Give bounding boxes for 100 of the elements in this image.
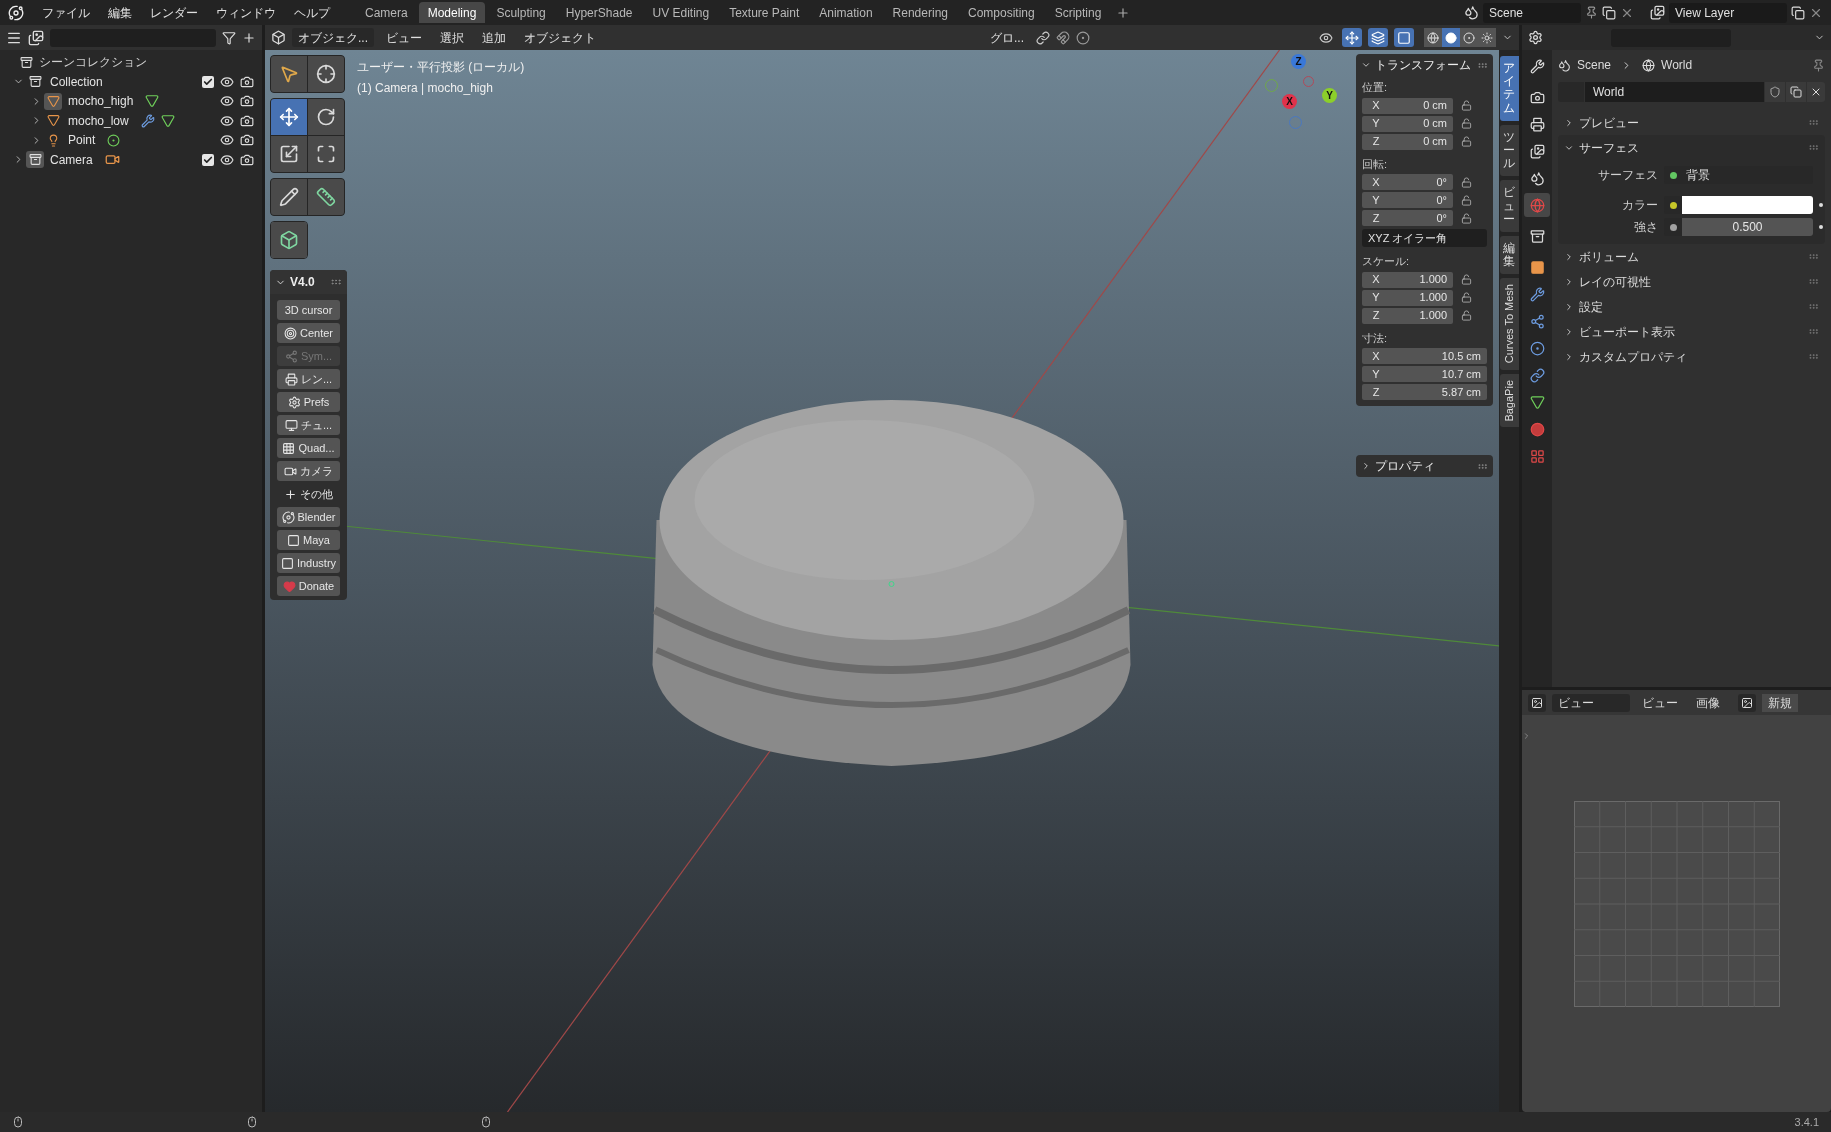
- eye-icon[interactable]: [220, 113, 234, 128]
- number-field[interactable]: Z 5.87 cm: [1362, 384, 1487, 400]
- gizmo-axis-x[interactable]: X: [1282, 94, 1297, 109]
- circle-dot-icon[interactable]: [107, 133, 121, 147]
- workspace-tab[interactable]: Camera: [356, 2, 417, 23]
- outliner-item-label[interactable]: mocho_low: [68, 111, 129, 130]
- viewport-3d[interactable]: [265, 50, 1499, 1112]
- section-title[interactable]: 設定: [1579, 297, 1603, 316]
- workspace-tab[interactable]: UV Editing: [643, 2, 719, 23]
- panel-title[interactable]: プロパティ: [1375, 457, 1435, 475]
- lock-icon[interactable]: [1461, 310, 1472, 321]
- lock-icon[interactable]: [1461, 176, 1472, 188]
- number-field[interactable]: Z 1.000: [1362, 307, 1453, 324]
- menu-item[interactable]: オブジェクト: [518, 28, 602, 47]
- section-title[interactable]: サーフェス: [1579, 138, 1639, 157]
- shield-icon[interactable]: [1769, 86, 1781, 98]
- app-logo-icon[interactable]: [8, 4, 24, 21]
- number-field[interactable]: 0.500: [1682, 218, 1813, 236]
- breadcrumb-item[interactable]: World: [1661, 56, 1693, 74]
- annotate-tool[interactable]: [271, 179, 307, 215]
- magnet-icon[interactable]: [1056, 30, 1070, 45]
- camera-icon[interactable]: [240, 74, 254, 89]
- gizmo-toggle[interactable]: [1342, 28, 1362, 47]
- addon-button[interactable]: Industry: [277, 553, 340, 573]
- section-title[interactable]: ビューポート表示: [1579, 322, 1675, 341]
- triangle-icon[interactable]: [145, 94, 160, 109]
- workspace-tab[interactable]: Compositing: [959, 2, 1044, 23]
- chevron-right-icon[interactable]: [1564, 117, 1574, 128]
- camera-icon[interactable]: [240, 152, 254, 167]
- scale-tool[interactable]: [271, 136, 307, 172]
- menu-item[interactable]: 追加: [476, 28, 512, 47]
- menu-item[interactable]: 選択: [434, 28, 470, 47]
- camera-icon[interactable]: [240, 133, 254, 148]
- menu-item[interactable]: ヘルプ: [286, 3, 338, 22]
- number-field[interactable]: Y 0°: [1362, 192, 1453, 208]
- plus-icon[interactable]: [242, 30, 256, 45]
- macaron-model[interactable]: [652, 400, 1131, 766]
- number-field[interactable]: Y 1.000: [1362, 289, 1453, 306]
- transform-tool[interactable]: [308, 136, 344, 172]
- eye-icon[interactable]: [220, 94, 234, 109]
- number-field[interactable]: X 10.5 cm: [1362, 348, 1487, 364]
- menu-item[interactable]: 画像: [1690, 693, 1726, 712]
- color-swatch[interactable]: [1682, 196, 1813, 214]
- chevron-right-icon[interactable]: [1564, 351, 1574, 362]
- solid-shading-button[interactable]: [1442, 28, 1460, 47]
- lock-icon[interactable]: [1461, 292, 1472, 303]
- overlay-toggle[interactable]: [1368, 28, 1388, 47]
- checkbox[interactable]: [202, 153, 214, 166]
- camera-icon[interactable]: [240, 113, 254, 128]
- workspace-tab[interactable]: HyperShade: [556, 2, 642, 23]
- drag-handle-icon[interactable]: [1808, 251, 1819, 262]
- sidebar-tab[interactable]: アイテム: [1499, 56, 1519, 121]
- eye-icon[interactable]: [220, 74, 234, 89]
- images-icon[interactable]: [1650, 5, 1665, 20]
- menu-item[interactable]: ファイル: [34, 3, 98, 22]
- sidebar-tab[interactable]: BagaPie: [1499, 373, 1519, 428]
- menu-item[interactable]: レンダー: [142, 3, 206, 22]
- addon-button[interactable]: その他: [277, 484, 340, 504]
- scene-field[interactable]: Scene: [1483, 2, 1581, 23]
- material-shading-button[interactable]: [1460, 28, 1478, 47]
- drag-handle-icon[interactable]: [1808, 326, 1819, 337]
- editor-type-icon[interactable]: [1528, 30, 1543, 45]
- rendered-shading-button[interactable]: [1478, 28, 1496, 47]
- rotation-mode-dropdown[interactable]: XYZ オイラー角: [1362, 229, 1487, 247]
- addon-button[interactable]: Maya: [277, 530, 340, 550]
- move-tool[interactable]: [271, 99, 307, 135]
- menu-item[interactable]: ビュー: [380, 28, 428, 47]
- addon-button[interactable]: カメラ: [277, 461, 340, 481]
- section-title[interactable]: ボリューム: [1579, 247, 1639, 266]
- chevron-right-icon[interactable]: [1564, 326, 1574, 337]
- lock-icon[interactable]: [1461, 212, 1472, 224]
- view-layer-field[interactable]: View Layer: [1669, 2, 1787, 23]
- menu-item[interactable]: 編集: [100, 3, 140, 22]
- addon-button[interactable]: チュ...: [277, 415, 340, 435]
- sidebar-tab[interactable]: ビュー: [1499, 180, 1519, 232]
- chevron-right-icon[interactable]: [1564, 251, 1574, 262]
- number-field[interactable]: X 0 cm: [1362, 97, 1453, 114]
- number-field[interactable]: Z 0 cm: [1362, 133, 1453, 150]
- eye-icon[interactable]: [220, 152, 234, 167]
- editor-type-icon[interactable]: [271, 30, 286, 45]
- outliner-item-label[interactable]: Camera: [50, 150, 93, 169]
- copy-icon[interactable]: [1790, 86, 1802, 98]
- menu-item[interactable]: ウィンドウ: [208, 3, 284, 22]
- outliner-item-label[interactable]: Point: [68, 131, 96, 150]
- drag-handle-icon[interactable]: [1808, 117, 1819, 128]
- number-field[interactable]: Y 10.7 cm: [1362, 366, 1487, 382]
- rotate-tool[interactable]: [308, 99, 344, 135]
- panel-title[interactable]: トランスフォーム: [1375, 56, 1471, 74]
- workspace-tab[interactable]: Animation: [810, 2, 882, 23]
- lock-icon[interactable]: [1461, 274, 1472, 285]
- addon-button[interactable]: Quad...: [277, 438, 340, 458]
- close-icon[interactable]: [1810, 86, 1822, 98]
- circle-dot-icon[interactable]: [1076, 30, 1090, 45]
- outliner-item-label[interactable]: Collection: [50, 72, 103, 91]
- image-icon[interactable]: [1741, 696, 1753, 709]
- outliner-item-label[interactable]: mocho_high: [68, 92, 134, 111]
- mode-dropdown[interactable]: オブジェク...: [292, 28, 374, 47]
- plus-icon[interactable]: [1116, 5, 1131, 20]
- chevron-right-icon[interactable]: [1361, 461, 1371, 471]
- addon-button[interactable]: 3D cursor: [277, 300, 340, 320]
